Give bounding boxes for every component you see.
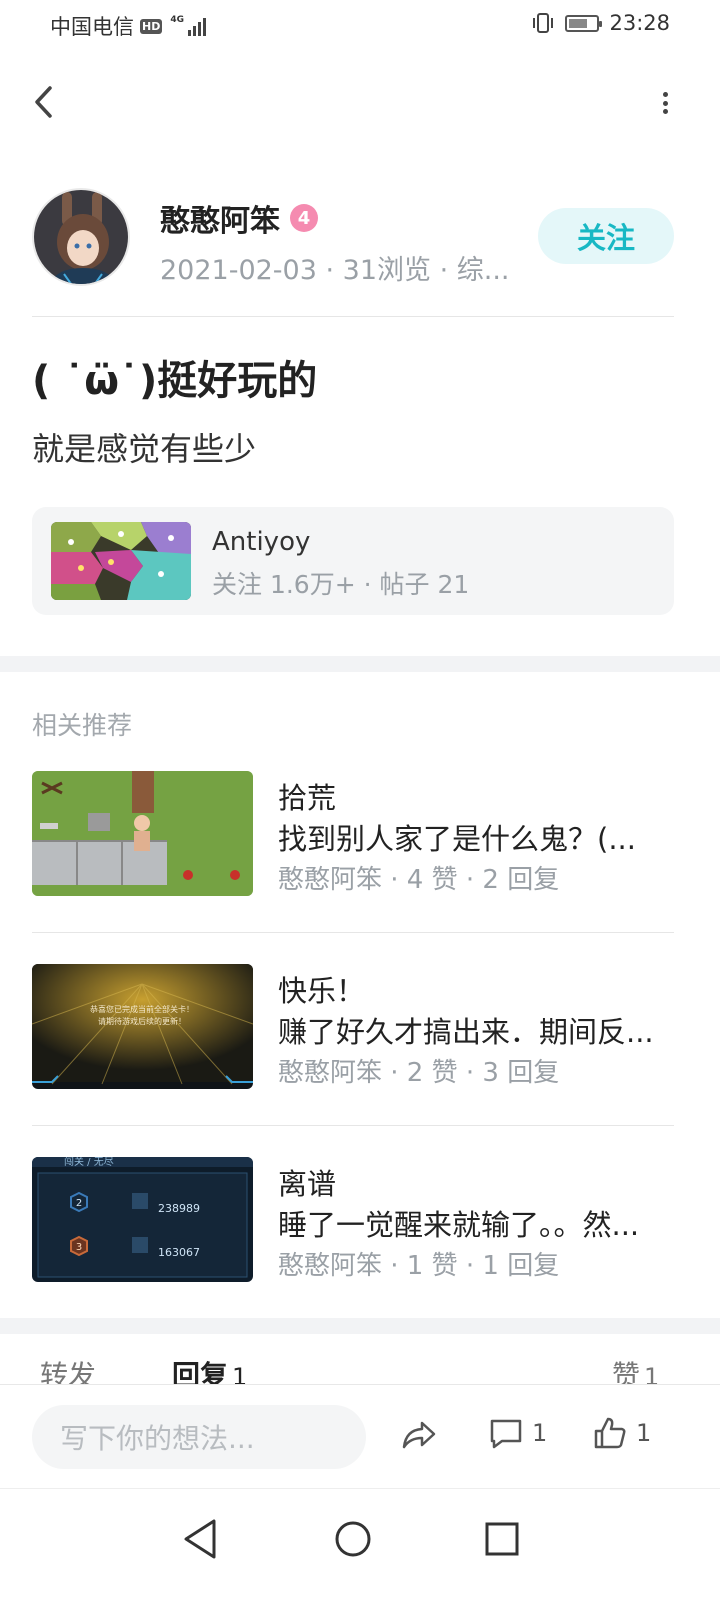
nav-home-icon[interactable] [323, 1509, 383, 1569]
tab-like[interactable]: 赞1 [612, 1354, 659, 1384]
recommend-item[interactable]: 拾荒 找到别人家了是什么鬼？(... 憨憨阿笨 · 4 赞 · 2 回复 [32, 771, 674, 901]
recommend-title: 离谱 [278, 1167, 337, 1201]
network-type: 4G [170, 15, 184, 25]
nav-recents-icon[interactable] [472, 1509, 532, 1569]
recommend-meta: 憨憨阿笨 · 1 赞 · 1 回复 [278, 1251, 560, 1281]
section-separator [0, 656, 720, 672]
tabs-row: 转发 回复 1 赞1 [0, 1334, 720, 1384]
status-bar: 中国电信 HD 4G 23:28 [0, 0, 720, 48]
thumb-header: 闯关 / 无尽 [64, 1157, 114, 1168]
carrier-label: 中国电信 [50, 15, 134, 39]
section-separator [0, 1318, 720, 1334]
status-left: 中国电信 HD 4G [50, 11, 206, 41]
game-thumbnail [51, 522, 191, 600]
chevron-left-icon [35, 86, 52, 118]
recommend-thumbnail: 闯关 / 无尽 2 238989 3 163067 [32, 1157, 253, 1282]
thumb-rank: 2 [76, 1198, 82, 1209]
level-badge: 4 [290, 204, 318, 232]
comment-count: 1 [532, 1419, 548, 1447]
like-button[interactable]: 1 [592, 1415, 651, 1451]
tab-reply[interactable]: 回复 1 [172, 1354, 247, 1384]
divider [32, 1125, 674, 1126]
post-body: 就是感觉有些少 [32, 430, 257, 468]
recommend-desc: 睡了一觉醒来就输了。。然... [278, 1208, 640, 1242]
tab-reply-count: 1 [232, 1363, 248, 1384]
game-card[interactable]: Antiyoy 关注 1.6万+ · 帖子 21 [32, 507, 674, 615]
tab-like-label: 赞 [612, 1359, 641, 1384]
system-nav-bar [0, 1488, 720, 1600]
status-right: 23:28 [531, 11, 670, 35]
comment-icon [490, 1419, 522, 1449]
more-dot [662, 100, 668, 106]
battery-icon [565, 14, 603, 32]
like-count: 1 [636, 1419, 652, 1447]
share-icon [402, 1421, 436, 1449]
more-dot [662, 109, 668, 114]
hd-badge: HD [140, 18, 163, 34]
post-title: ( ˙ω̈˙)挺好玩的 [32, 358, 318, 404]
bottom-action-bar: 写下你的想法... 1 1 [0, 1384, 720, 1488]
clock: 23:28 [609, 11, 670, 35]
recommend-item[interactable]: 闯关 / 无尽 2 238989 3 163067 离谱 睡了一觉醒来就输了。。… [32, 1157, 674, 1287]
back-button[interactable] [28, 82, 68, 122]
thumb-text-1: 恭喜您已完成当前全部关卡！ [90, 1004, 194, 1014]
avatar-image [34, 190, 128, 284]
game-stats: 关注 1.6万+ · 帖子 21 [212, 570, 470, 599]
post-meta: 2021-02-03 · 31浏览 · 综... [160, 255, 510, 286]
game-name: Antiyoy [212, 527, 311, 557]
recommend-desc: 找到别人家了是什么鬼？(... [278, 822, 636, 856]
author-name-row[interactable]: 憨憨阿笨 4 [160, 196, 318, 240]
recommend-title: 快乐！ [278, 974, 366, 1008]
divider [32, 316, 674, 317]
recommend-desc: 赚了好久才搞出来．期间反... [278, 1015, 654, 1049]
more-options-button[interactable] [654, 86, 676, 120]
vibrate-icon [533, 13, 554, 33]
recommend-item[interactable]: 恭喜您已完成当前全部关卡！ 请期待游戏后续的更新！ 快乐！ 赚了好久才搞出来．期… [32, 964, 674, 1094]
thumb-text-2: 请期待游戏后续的更新！ [98, 1016, 186, 1026]
thumb-rank: 3 [76, 1242, 82, 1253]
tab-like-count: 1 [644, 1363, 660, 1384]
nav-back-icon[interactable] [172, 1509, 232, 1569]
recommend-thumbnail [32, 771, 253, 896]
author-name[interactable]: 憨憨阿笨 [160, 196, 280, 240]
tab-repost[interactable]: 转发 [40, 1354, 96, 1384]
recommend-header: 相关推荐 [32, 711, 133, 740]
recommend-title: 拾荒 [278, 781, 337, 815]
more-dot [662, 92, 668, 97]
thumbs-up-icon [594, 1417, 626, 1449]
thumb-score: 238989 [158, 1202, 200, 1215]
avatar[interactable] [32, 188, 130, 286]
recommend-meta: 憨憨阿笨 · 2 赞 · 3 回复 [278, 1058, 560, 1088]
divider [32, 932, 674, 933]
recommend-thumbnail: 恭喜您已完成当前全部关卡！ 请期待游戏后续的更新！ [32, 964, 253, 1089]
recommend-meta: 憨憨阿笨 · 4 赞 · 2 回复 [278, 865, 560, 895]
follow-button[interactable]: 关注 [538, 208, 674, 264]
thumb-score: 163067 [158, 1246, 200, 1259]
comment-button[interactable]: 1 [488, 1415, 547, 1451]
comment-input[interactable]: 写下你的想法... [32, 1405, 366, 1469]
share-button[interactable] [400, 1415, 438, 1453]
signal-icon: 4G [170, 16, 206, 36]
tab-reply-label: 回复 [172, 1359, 229, 1384]
